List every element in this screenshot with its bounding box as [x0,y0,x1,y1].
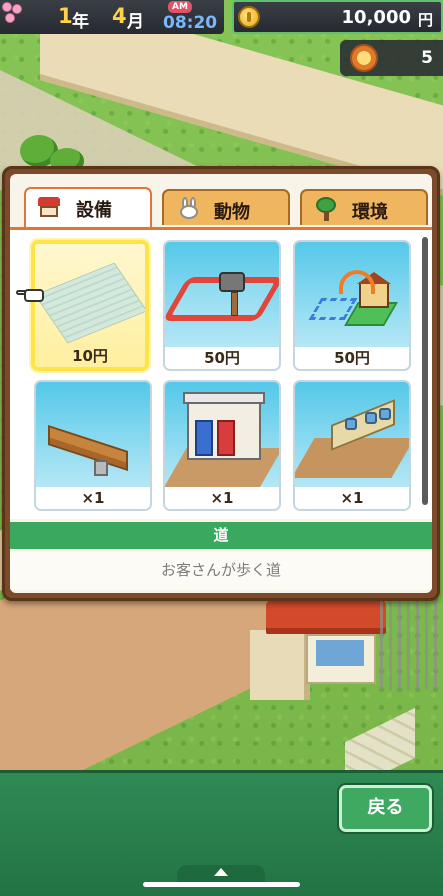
mens-door-icon [195,420,213,456]
scrollbar-thumb[interactable] [422,237,428,505]
rank-value: 5 [421,48,433,68]
rabbit-icon [174,197,202,221]
hammer-icon [219,272,245,316]
item-price: 50円 [165,347,279,369]
pointing-hand-icon [16,287,46,303]
faucet-icon [365,412,377,424]
item-grid: 10円 50円 50円 ×1 ×1 ×1 [10,227,432,519]
month-value: 4 [112,4,127,28]
bench-leg [94,460,108,476]
tab-facilities[interactable]: 設備 [24,187,152,227]
item-washbasin[interactable]: ×1 [293,380,411,511]
womens-door-icon [217,420,235,456]
money-unit: 円 [417,11,433,29]
item-price: ×1 [165,487,279,509]
gate-roof [266,600,386,634]
item-construct[interactable]: 50円 [163,240,281,371]
ampm-badge: AM [168,1,192,13]
item-road[interactable]: 10円 [31,240,149,371]
fence [380,600,443,690]
build-menu-inner: 設備 動物 環境 10円 50円 50円 ×1 ×1 ×1 道 お客さんが歩く道 [10,174,432,593]
bench-icon [48,425,128,471]
money-value: 10,000 [341,7,411,28]
item-price: 10円 [72,347,108,365]
item-scrollbar[interactable] [422,237,428,505]
faucet-icon [345,418,357,430]
item-price: ×1 [295,487,409,509]
home-indicator[interactable] [143,882,300,887]
tab-label: 動物 [214,202,250,223]
clock-time: 08:20 [163,13,218,33]
caret-up-icon [214,868,228,876]
rank-panel[interactable]: 5 [340,40,443,76]
toilet-roof [183,392,265,404]
washbasin-floor [295,438,409,478]
tab-animals[interactable]: 動物 [162,189,290,225]
lion-icon [350,44,378,72]
flower-icon [0,0,28,30]
item-price: 50円 [295,347,409,369]
road-tile-icon [35,262,145,344]
item-move[interactable]: 50円 [293,240,411,371]
tab-label: 設備 [76,200,112,221]
gate-window [316,640,364,666]
tab-environment[interactable]: 環境 [300,189,428,225]
tab-label: 環境 [352,202,388,223]
item-price: ×1 [36,487,150,509]
back-button[interactable]: 戻る [339,785,432,832]
year-value: 1 [58,4,73,28]
tree-icon [312,197,340,221]
year-unit: 年 [72,12,89,32]
date-time-panel: 1 年 4 月 AM 08:20 [0,0,224,34]
month-unit: 月 [127,12,144,32]
selected-item-description: お客さんが歩く道 [10,552,432,590]
build-menu-panel: 設備 動物 環境 10円 50円 50円 ×1 ×1 ×1 道 お客さんが歩く道 [2,166,440,601]
shop-icon [36,195,64,219]
faucet-icon [379,408,391,420]
item-bench[interactable]: ×1 [34,380,152,511]
entrance-gate[interactable] [266,600,386,690]
selected-item-name: 道 [10,522,432,549]
item-toilet[interactable]: ×1 [163,380,281,511]
bottom-bar: 戻る [0,770,443,896]
money-panel: 10,000 円 [232,0,443,34]
coin-icon [238,6,260,28]
